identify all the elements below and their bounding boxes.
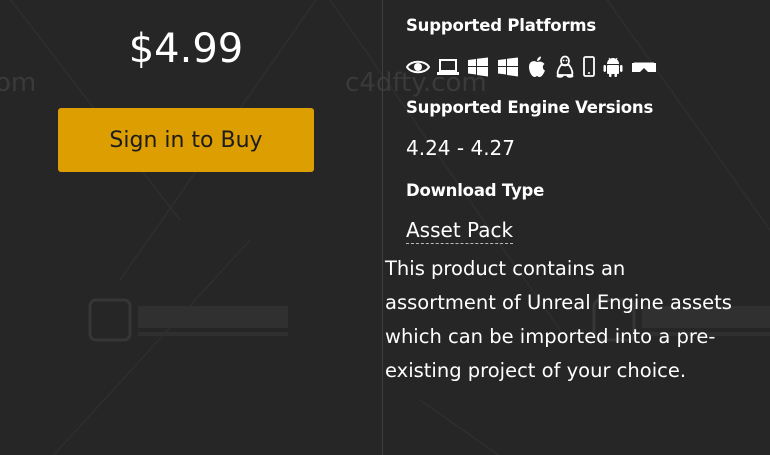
product-details-panel: Supported Platforms Supported Engine Ver… xyxy=(383,0,770,455)
purchase-panel: $4.99 Sign in to Buy xyxy=(0,0,382,455)
phone-icon xyxy=(582,55,596,79)
price-label: $4.99 xyxy=(128,26,244,72)
linux-icon xyxy=(554,55,576,79)
platform-icons xyxy=(406,55,658,79)
android-icon xyxy=(602,55,624,79)
download-type-link[interactable]: Asset Pack xyxy=(406,218,514,244)
windows-icon xyxy=(496,55,520,79)
engine-versions-value: 4.24 - 4.27 xyxy=(406,136,515,160)
supported-platforms-title: Supported Platforms xyxy=(406,16,596,35)
eye-icon xyxy=(406,55,430,79)
vr-headset-icon xyxy=(630,55,658,79)
apple-icon xyxy=(526,55,548,79)
product-description: This product contains an assortment of U… xyxy=(385,257,732,382)
sign-in-to-buy-button[interactable]: Sign in to Buy xyxy=(58,108,314,172)
download-type-title: Download Type xyxy=(406,181,545,200)
engine-versions-title: Supported Engine Versions xyxy=(406,98,654,117)
windows-icon xyxy=(466,55,490,79)
laptop-icon xyxy=(436,55,460,79)
